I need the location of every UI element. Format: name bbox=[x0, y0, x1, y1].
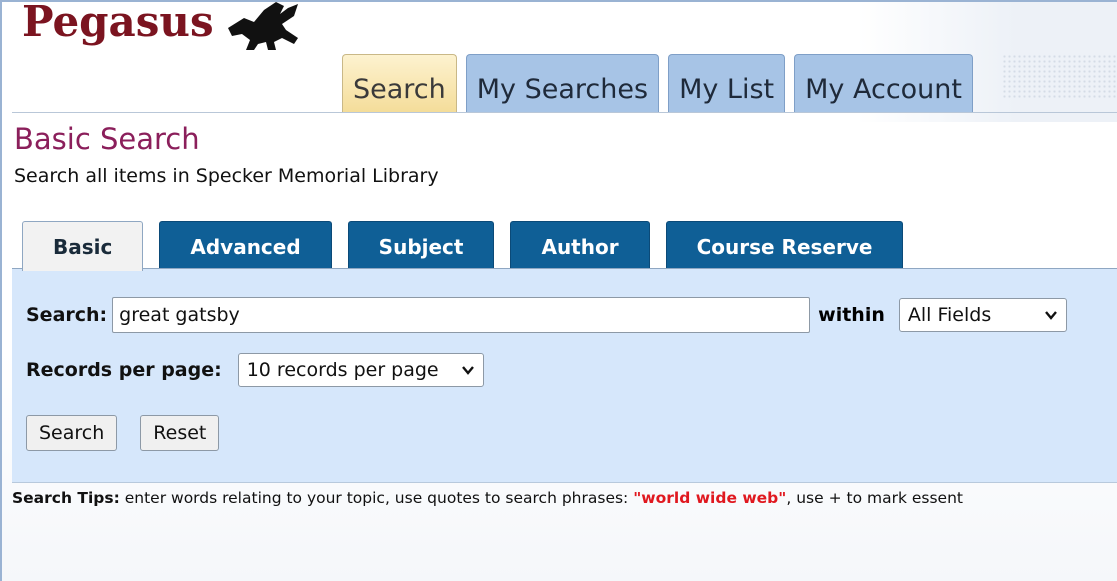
tab-search[interactable]: Search bbox=[342, 54, 457, 112]
nav-divider bbox=[12, 112, 1117, 113]
page-title: Basic Search bbox=[14, 122, 200, 156]
pegasus-horse-icon bbox=[227, 2, 298, 50]
page-subtitle: Search all items in Specker Memorial Lib… bbox=[14, 165, 439, 187]
tab-my-list[interactable]: My List bbox=[668, 54, 786, 112]
records-select-value: 10 records per page bbox=[246, 359, 439, 381]
page-frame: Pegasus Search My Searches My List My Ac… bbox=[0, 0, 1117, 581]
within-select[interactable]: All Fields bbox=[898, 298, 1067, 332]
records-per-page-select[interactable]: 10 records per page bbox=[237, 353, 484, 387]
tab-basic[interactable]: Basic bbox=[22, 221, 144, 271]
within-label: within bbox=[818, 304, 885, 326]
tab-advanced[interactable]: Advanced bbox=[159, 221, 332, 269]
search-tips-text: enter words relating to your topic, use … bbox=[119, 489, 634, 507]
search-tips-label: Search Tips: bbox=[12, 489, 120, 507]
chevron-down-icon bbox=[1044, 311, 1057, 320]
search-tips-phrase: "world wide web" bbox=[633, 489, 787, 507]
search-row: Search: within All Fields bbox=[26, 297, 1067, 333]
records-row: Records per page: 10 records per page bbox=[26, 353, 484, 387]
button-row: Search Reset bbox=[26, 415, 242, 451]
search-button[interactable]: Search bbox=[26, 415, 118, 451]
search-form-panel: Search: within All Fields Records per pa… bbox=[12, 268, 1117, 483]
tab-subject[interactable]: Subject bbox=[347, 221, 495, 269]
tab-my-account[interactable]: My Account bbox=[794, 54, 973, 112]
records-per-page-label: Records per page: bbox=[26, 359, 222, 381]
search-type-tabs: Basic Advanced Subject Author Course Res… bbox=[22, 221, 919, 271]
reset-button[interactable]: Reset bbox=[140, 415, 220, 451]
chevron-down-icon bbox=[461, 366, 474, 375]
top-navigation: Search My Searches My List My Account bbox=[342, 54, 982, 112]
within-select-value: All Fields bbox=[907, 304, 992, 326]
tab-author[interactable]: Author bbox=[510, 221, 650, 269]
logo-text: Pegasus bbox=[22, 0, 214, 46]
search-tips: Search Tips: enter words relating to you… bbox=[12, 488, 963, 508]
search-label: Search: bbox=[26, 304, 108, 326]
tab-course-reserve[interactable]: Course Reserve bbox=[665, 221, 904, 269]
search-tips-text-end: , use + to mark essent bbox=[786, 489, 963, 507]
dotted-pattern bbox=[1002, 54, 1117, 100]
pegasus-logo[interactable]: Pegasus bbox=[22, 0, 302, 62]
search-input[interactable] bbox=[112, 297, 811, 333]
tab-my-searches[interactable]: My Searches bbox=[465, 54, 660, 112]
